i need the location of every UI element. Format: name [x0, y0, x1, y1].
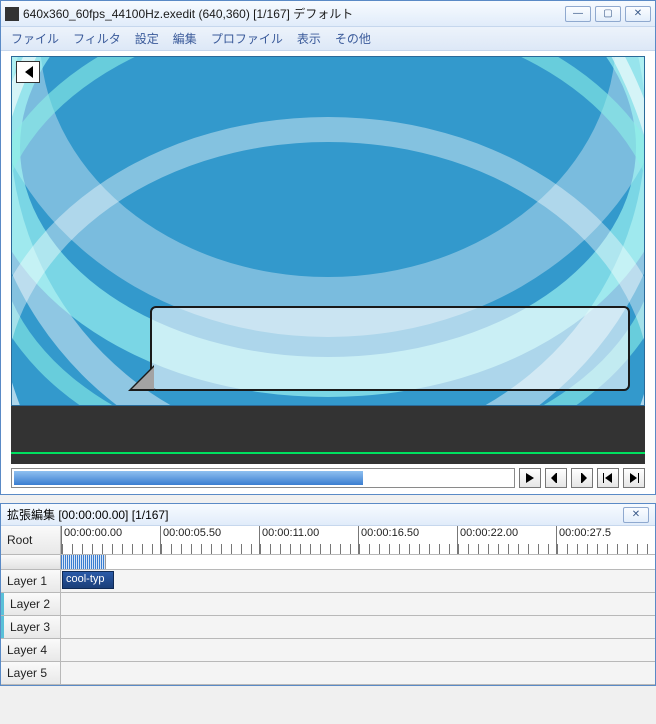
ruler-tick: 00:00:27.5 — [556, 526, 655, 554]
go-end-button[interactable] — [623, 468, 645, 488]
timeline-window: 拡張編集 [00:00:00.00] [1/167] ✕ Root 00:00:… — [0, 503, 656, 686]
title-bar[interactable]: 640x360_60fps_44100Hz.exedit (640,360) [… — [1, 1, 655, 27]
timeline-close-button[interactable]: ✕ — [623, 507, 649, 523]
menu-filter[interactable]: フィルタ — [73, 30, 121, 47]
layer-row: Layer 4 — [1, 639, 655, 662]
menu-settings[interactable]: 設定 — [135, 30, 159, 47]
frame-back-button[interactable] — [545, 468, 567, 488]
clip-cool-typ[interactable]: cool-typ — [62, 571, 114, 589]
seek-bar[interactable] — [11, 468, 515, 488]
layer-track-4[interactable] — [61, 639, 655, 661]
layer-row: Layer 3 — [1, 616, 655, 639]
maximize-button[interactable]: ▢ — [595, 6, 621, 22]
ruler-tick: 00:00:00.00 — [61, 526, 160, 554]
layer-label-4[interactable]: Layer 4 — [1, 639, 61, 661]
layer-track-2[interactable] — [61, 593, 655, 615]
menu-other[interactable]: その他 — [335, 30, 371, 47]
timeline-overview[interactable] — [61, 555, 655, 569]
window-title: 640x360_60fps_44100Hz.exedit (640,360) [… — [23, 5, 565, 22]
layer-label-3[interactable]: Layer 3 — [1, 616, 61, 638]
root-button[interactable]: Root — [1, 526, 61, 554]
speech-bubble — [150, 306, 630, 391]
menu-file[interactable]: ファイル — [11, 30, 59, 47]
minimize-button[interactable]: — — [565, 6, 591, 22]
timeline-title: 拡張編集 [00:00:00.00] [1/167] — [7, 506, 168, 523]
layer-label-2[interactable]: Layer 2 — [1, 593, 61, 615]
layer-row: Layer 5 — [1, 662, 655, 685]
close-button[interactable]: ✕ — [625, 6, 651, 22]
app-icon — [5, 7, 19, 21]
skip-start-button[interactable] — [16, 61, 40, 83]
preview-lower-area — [11, 406, 645, 464]
ruler-tick: 00:00:11.00 — [259, 526, 358, 554]
play-button[interactable] — [519, 468, 541, 488]
layer-label-1[interactable]: Layer 1 — [1, 570, 61, 592]
layer-row: Layer 1 cool-typ — [1, 570, 655, 593]
ruler-row: Root 00:00:00.00 00:00:05.50 00:00:11.00… — [1, 526, 655, 555]
skip-start-icon — [21, 65, 35, 79]
video-preview — [11, 56, 645, 406]
menu-edit[interactable]: 編集 — [173, 30, 197, 47]
menu-bar: ファイル フィルタ 設定 編集 プロファイル 表示 その他 — [1, 27, 655, 51]
timeline-title-bar[interactable]: 拡張編集 [00:00:00.00] [1/167] ✕ — [1, 504, 655, 526]
layer-label-5[interactable]: Layer 5 — [1, 662, 61, 684]
frame-forward-button[interactable] — [571, 468, 593, 488]
layer-track-1[interactable]: cool-typ — [61, 570, 655, 592]
transport-bar — [11, 468, 645, 488]
ruler-tick: 00:00:16.50 — [358, 526, 457, 554]
go-start-button[interactable] — [597, 468, 619, 488]
main-window: 640x360_60fps_44100Hz.exedit (640,360) [… — [0, 0, 656, 495]
time-ruler[interactable]: 00:00:00.00 00:00:05.50 00:00:11.00 00:0… — [61, 526, 655, 554]
layer-row: Layer 2 — [1, 593, 655, 616]
layer-track-3[interactable] — [61, 616, 655, 638]
ruler-tick: 00:00:22.00 — [457, 526, 556, 554]
menu-profile[interactable]: プロファイル — [211, 30, 283, 47]
menu-view[interactable]: 表示 — [297, 30, 321, 47]
layer-track-5[interactable] — [61, 662, 655, 684]
ruler-tick: 00:00:05.50 — [160, 526, 259, 554]
thumbnail-row — [1, 555, 655, 570]
